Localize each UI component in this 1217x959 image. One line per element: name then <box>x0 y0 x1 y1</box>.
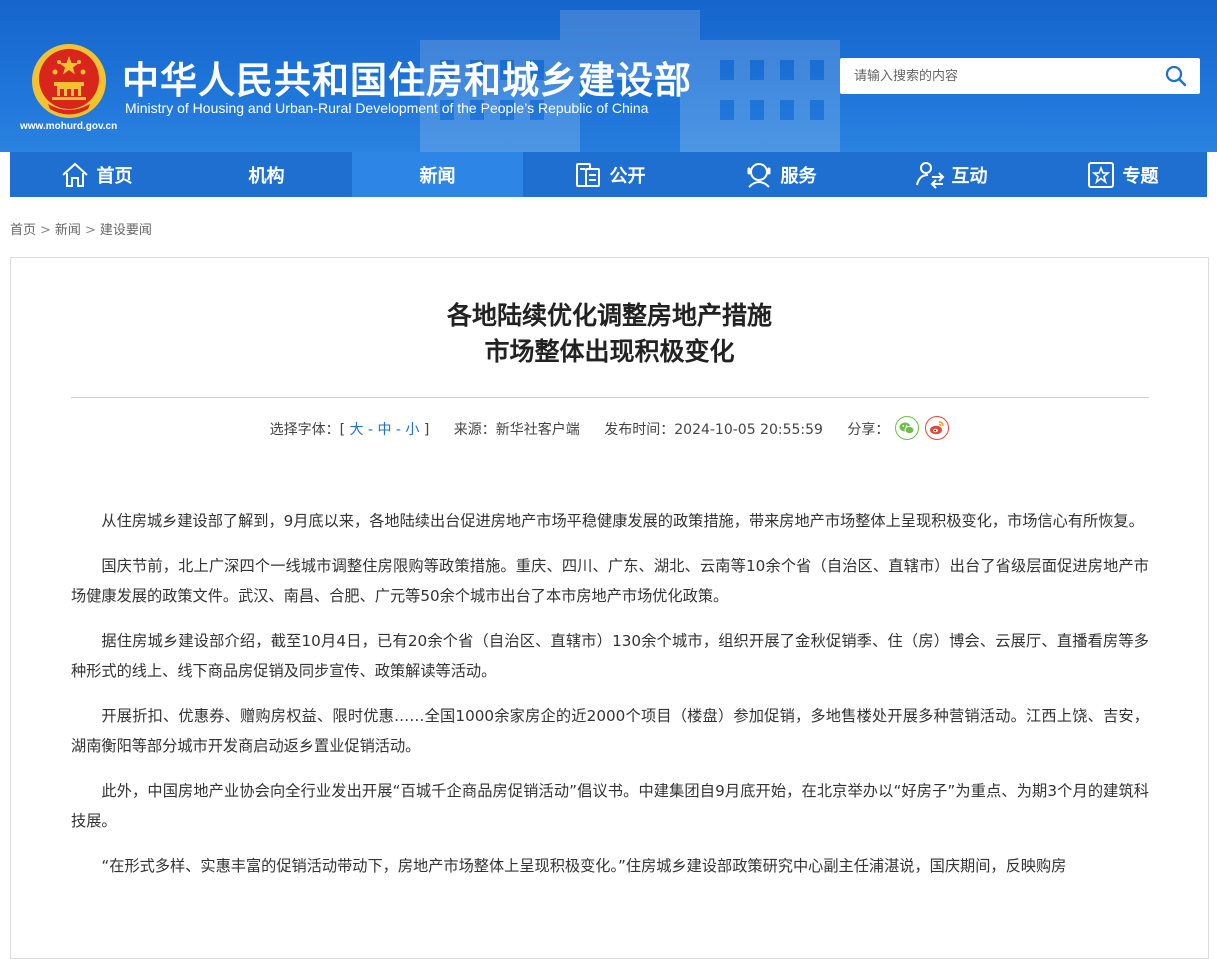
article-paragraph: 国庆节前，北上广深四个一线城市调整住房限购等政策措施。重庆、四川、广东、湖北、云… <box>71 557 1149 605</box>
article-source: 来源：新华社客户端 <box>453 422 580 438</box>
service-icon <box>747 162 770 188</box>
article-title: 各地陆续优化调整房地产措施 市场整体出现积极变化 <box>11 298 1208 370</box>
article-paragraph: 开展折扣、优惠券、赠购房权益、限时优惠……全国1000余家房企的近2000个项目… <box>71 707 1149 755</box>
article-paragraph: “在形式多样、实惠丰富的促销活动带动下，房地产市场整体上呈现积极变化。”住房城乡… <box>101 857 1067 875</box>
share-label: 分享： <box>847 422 890 438</box>
nav-home[interactable]: 首页 <box>10 152 181 197</box>
article-container: 各地陆续优化调整房地产措施 市场整体出现积极变化 选择字体：[ 大 - 中 - … <box>10 257 1209 959</box>
nav-service[interactable]: 服务 <box>694 152 865 197</box>
nav-label: 服务 <box>780 165 817 187</box>
home-icon <box>61 162 88 187</box>
font-size-large[interactable]: 大 <box>350 422 364 438</box>
nav-label: 新闻 <box>419 165 456 187</box>
site-header: www.mohurd.gov.cn 中华人民共和国住房和城乡建设部 Minist… <box>0 0 1217 152</box>
font-size-label: 选择字体：[ <box>269 422 346 438</box>
article-title-line1: 各地陆续优化调整房地产措施 <box>446 301 772 330</box>
share-area: 分享： <box>847 416 950 440</box>
font-size-separator: - <box>391 422 406 438</box>
nav-interact[interactable]: 互动 <box>865 152 1036 197</box>
article-title-line2: 市场整体出现积极变化 <box>484 337 735 366</box>
article-body: 从住房城乡建设部了解到，9月底以来，各地陆续出台促进房地产市场平稳健康发展的政策… <box>71 506 1149 896</box>
weibo-share-icon[interactable] <box>925 416 950 440</box>
site-title-english: Ministry of Housing and Urban-Rural Deve… <box>125 100 649 116</box>
search-input[interactable] <box>854 58 1144 94</box>
main-nav: 首页 机构 新闻 公开 服务 互动 专题 <box>10 152 1207 197</box>
font-size-separator: - <box>363 422 378 438</box>
search-icon[interactable] <box>1164 65 1188 87</box>
wechat-share-icon[interactable] <box>895 416 920 440</box>
publish-time: 发布时间：2024-10-05 20:55:59 <box>604 422 823 438</box>
nav-institution[interactable]: 机构 <box>181 152 352 197</box>
font-size-medium[interactable]: 中 <box>377 422 391 438</box>
site-title[interactable]: 中华人民共和国住房和城乡建设部 <box>122 50 692 104</box>
font-size-selector: 选择字体：[ 大 - 中 - 小 ] <box>270 422 430 438</box>
disclosure-icon <box>575 162 600 187</box>
breadcrumb-home[interactable]: 首页 <box>10 223 36 238</box>
search-box <box>840 58 1200 94</box>
nav-disclosure[interactable]: 公开 <box>523 152 694 197</box>
breadcrumb-current[interactable]: 建设要闻 <box>100 223 152 238</box>
interact-icon <box>915 161 944 189</box>
topic-icon <box>1087 161 1114 188</box>
article-paragraph: 据住房城乡建设部介绍，截至10月4日，已有20余个省（自治区、直辖市）130余个… <box>71 632 1149 680</box>
site-url: www.mohurd.gov.cn <box>20 121 118 132</box>
article-paragraph: 从住房城乡建设部了解到，9月底以来，各地陆续出台促进房地产市场平稳健康发展的政策… <box>101 512 1144 530</box>
article-paragraph: 此外，中国房地产业协会向全行业发出开展“百城千企商品房促销活动”倡议书。中建集团… <box>71 782 1149 830</box>
nav-label: 专题 <box>1122 165 1159 187</box>
article-meta: 选择字体：[ 大 - 中 - 小 ] 来源：新华社客户端 发布时间：2024-1… <box>11 416 1208 442</box>
breadcrumb-news[interactable]: 新闻 <box>55 223 81 238</box>
nav-topic[interactable]: 专题 <box>1036 152 1207 197</box>
nav-label: 首页 <box>96 165 133 187</box>
nav-label: 公开 <box>609 165 646 187</box>
font-size-end: ] <box>423 422 430 438</box>
nav-news[interactable]: 新闻 <box>352 152 523 197</box>
nav-label: 互动 <box>951 165 988 187</box>
national-emblem-icon[interactable] <box>30 42 108 120</box>
font-size-small[interactable]: 小 <box>405 422 419 438</box>
breadcrumb-separator: > <box>84 223 96 238</box>
breadcrumb: 首页 > 新闻 > 建设要闻 <box>10 219 152 238</box>
breadcrumb-separator: > <box>40 223 51 238</box>
nav-label: 机构 <box>248 165 285 187</box>
title-divider <box>71 397 1149 398</box>
